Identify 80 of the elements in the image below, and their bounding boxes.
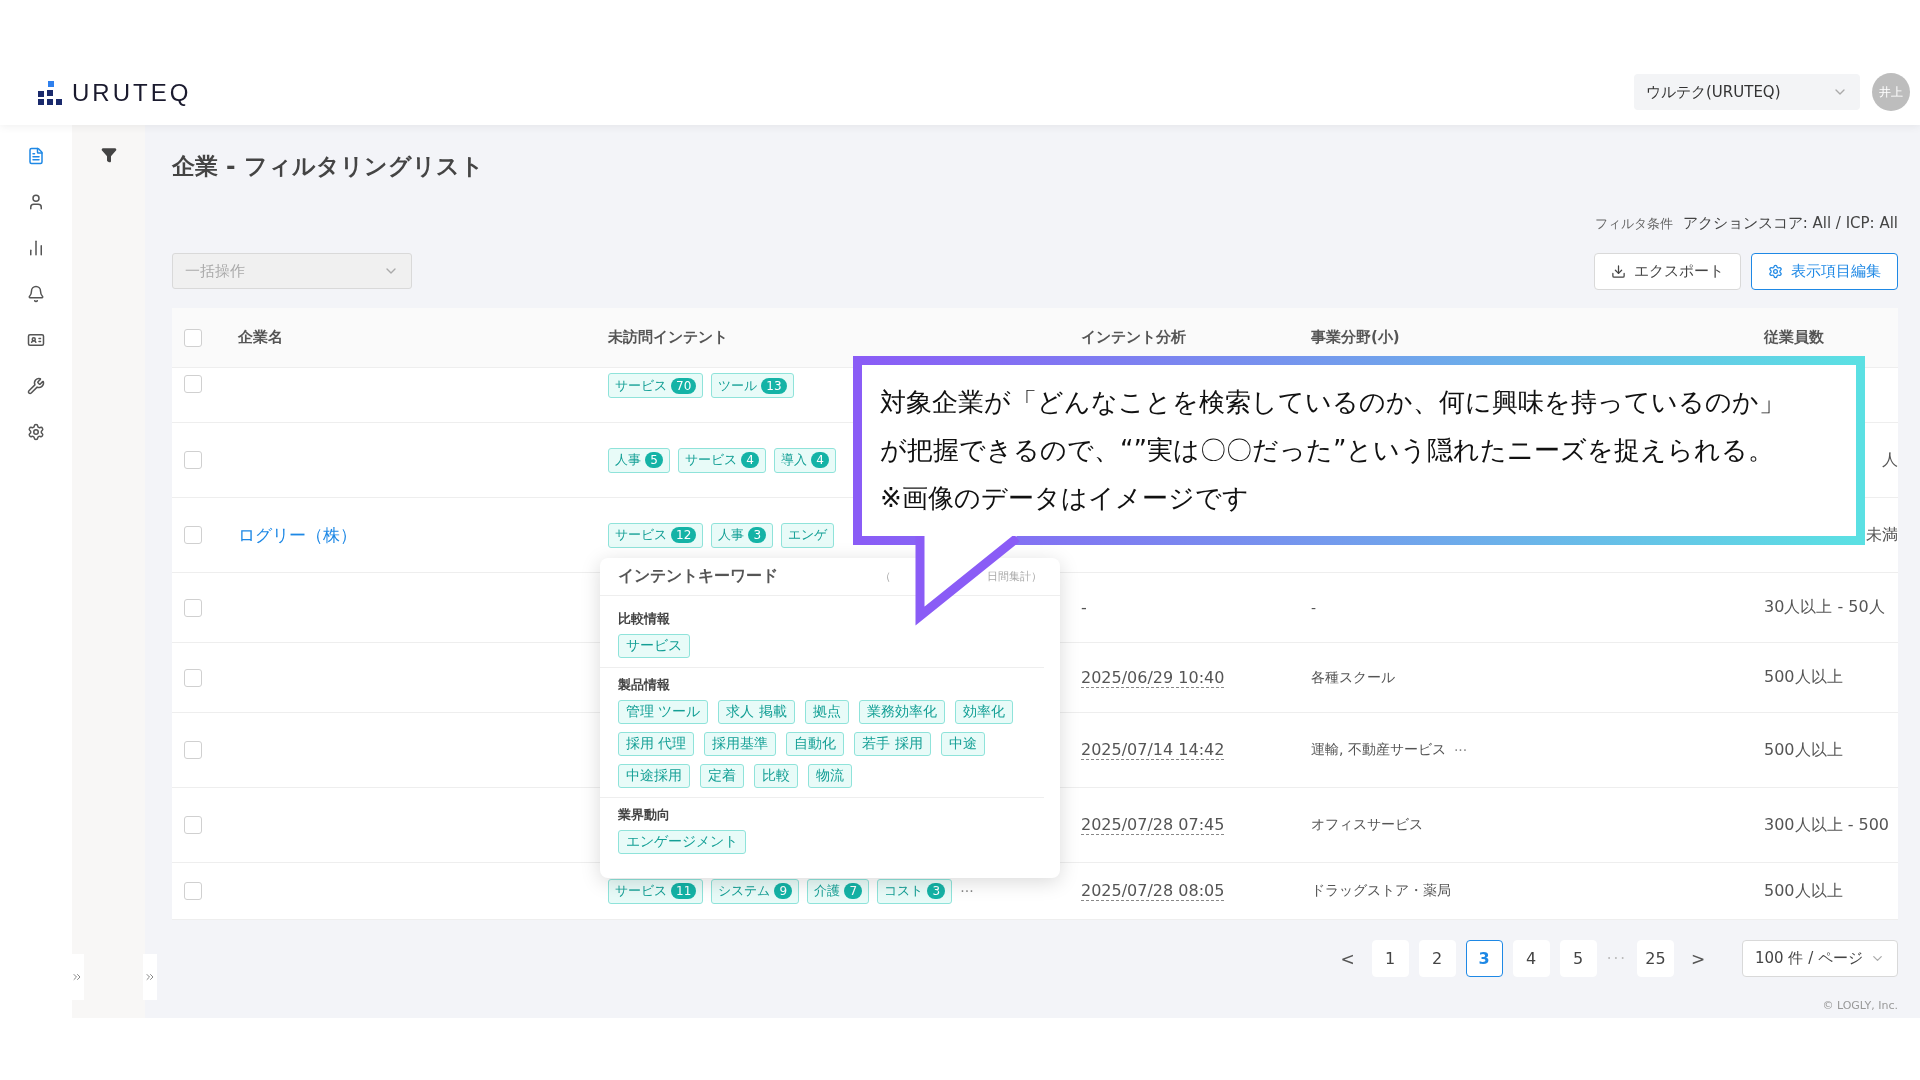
intent-tag[interactable]: コスト 3 — [877, 878, 953, 904]
keyword-tag[interactable]: エンゲージメント — [618, 830, 746, 854]
intent-tag[interactable]: サービス 70 — [608, 373, 704, 398]
employee-count: 300人以上 - 500 — [1764, 814, 1890, 836]
employee-count: 未満 — [1866, 524, 1898, 546]
next-page-button[interactable]: > — [1684, 947, 1712, 970]
keyword-tag[interactable]: 採用 代理 — [618, 732, 695, 756]
keyword-tag[interactable]: 中途 — [940, 732, 985, 756]
keyword-tag[interactable]: 採用基準 — [704, 732, 777, 756]
column-header: 事業分野(小) — [1311, 328, 1400, 347]
intent-tag[interactable]: システム 9 — [711, 878, 800, 904]
callout-line: 対象企業が「どんなことを検索しているのか、何に興味を持っているのか」 — [880, 386, 1786, 420]
keyword-tag[interactable]: 自動化 — [786, 732, 845, 756]
employee-count: 500人以上 — [1764, 739, 1843, 761]
intent-tag[interactable]: 人事 3 — [711, 522, 774, 548]
page-title: 企業 - フィルタリングリスト — [172, 152, 485, 181]
page-ellipsis: ··· — [1606, 949, 1627, 968]
intent-tag[interactable]: サービス 11 — [608, 878, 704, 904]
export-button[interactable]: エクスポート — [1594, 253, 1741, 290]
prev-page-button[interactable]: < — [1333, 947, 1362, 970]
section-heading: 比較情報 — [618, 610, 671, 628]
page-button[interactable]: 2 — [1418, 940, 1456, 977]
business-field: 各種スクール — [1311, 668, 1395, 687]
account-select[interactable]: ウルテク(URUTEQ) — [1634, 74, 1860, 110]
business-field: ドラッグストア・薬局 — [1311, 882, 1451, 900]
edit-columns-button[interactable]: 表示項目編集 — [1751, 253, 1898, 290]
analysis-date[interactable]: 2025/07/28 07:45 — [1081, 815, 1225, 835]
intent-tag[interactable]: エンゲ — [781, 522, 835, 548]
business-field: 運輸, 不動産サービス — [1311, 741, 1446, 759]
keyword-tag[interactable]: 中途採用 — [618, 764, 690, 788]
column-header: 従業員数 — [1764, 328, 1824, 347]
keyword-tag[interactable]: 定着 — [700, 764, 744, 788]
keyword-tag[interactable]: 物流 — [808, 764, 852, 788]
employee-count: 人 — [1882, 449, 1898, 471]
page-button[interactable]: 4 — [1512, 940, 1550, 977]
keyword-tag[interactable]: サービス — [618, 634, 690, 658]
analysis-date: - — [1081, 598, 1087, 617]
page-size-select[interactable]: 100 件 / ページ — [1742, 940, 1898, 977]
business-field: オフィスサービス — [1311, 816, 1423, 834]
popover-note: 日間集計） — [987, 569, 1042, 584]
copyright: © LOGLY, Inc. — [1822, 999, 1898, 1012]
intent-tag[interactable]: ツール 13 — [711, 373, 794, 398]
keyword-tag[interactable]: 管理 ツール — [618, 700, 709, 724]
page-button[interactable]: 25 — [1637, 940, 1674, 977]
employee-count: 30人以上 - 50人 — [1764, 597, 1885, 618]
column-header: 未訪問インテント — [608, 328, 728, 347]
filter-label: フィルタ条件 — [1594, 215, 1673, 233]
keyword-tag[interactable]: 求人 掲載 — [718, 700, 795, 724]
keyword-tag[interactable]: 若手 採用 — [854, 732, 931, 756]
more-indicator[interactable]: ··· — [960, 883, 974, 899]
logo-text: URUTEQ — [72, 79, 192, 107]
keyword-tag[interactable]: 拠点 — [804, 700, 849, 724]
page-button[interactable]: 5 — [1559, 940, 1597, 977]
more-indicator[interactable]: ··· — [1453, 742, 1468, 758]
page-button[interactable]: 1 — [1371, 940, 1409, 977]
popover-note: （ — [880, 569, 891, 584]
keyword-tag[interactable]: 効率化 — [954, 700, 1013, 724]
intent-tag[interactable]: 人事 5 — [608, 447, 670, 473]
callout-line: ※画像のデータはイメージです — [880, 481, 1250, 515]
analysis-date[interactable]: 2025/07/28 08:05 — [1081, 881, 1225, 901]
filter-value: アクションスコア: All / ICP: All — [1682, 214, 1898, 233]
analysis-date[interactable]: 2025/06/29 10:40 — [1081, 667, 1225, 688]
keyword-tag[interactable]: 業務効率化 — [858, 700, 945, 724]
company-link[interactable]: ログリー（株） — [238, 523, 357, 547]
section-heading: 業界動向 — [618, 806, 671, 824]
intent-tag[interactable]: サービス 12 — [608, 522, 704, 548]
callout-line: が把握できるので、“”実は〇〇だった”という隠れたニーズを捉えられる。 — [880, 434, 1776, 467]
popover-title: インテントキーワード — [618, 566, 778, 587]
intent-tag[interactable]: サービス 4 — [678, 447, 766, 473]
column-header: 企業名 — [238, 328, 283, 347]
column-header: インテント分析 — [1081, 328, 1186, 347]
keyword-tag[interactable]: 比較 — [754, 764, 798, 788]
page-button[interactable]: 3 — [1465, 940, 1503, 977]
intent-tag[interactable]: 介護 7 — [807, 878, 870, 904]
intent-tag[interactable]: 導入 4 — [774, 447, 836, 473]
employee-count: 500人以上 — [1764, 880, 1843, 902]
section-heading: 製品情報 — [618, 676, 671, 694]
business-field: - — [1311, 599, 1317, 616]
employee-count: 500人以上 — [1764, 667, 1843, 688]
analysis-date[interactable]: 2025/07/14 14:42 — [1081, 740, 1225, 760]
